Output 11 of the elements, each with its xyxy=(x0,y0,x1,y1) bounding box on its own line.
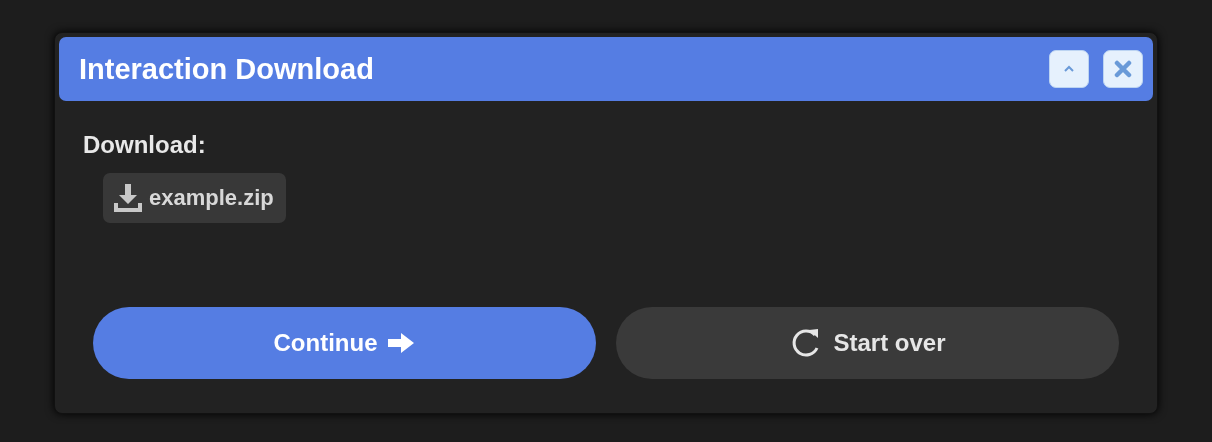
close-button[interactable] xyxy=(1103,50,1143,88)
close-icon xyxy=(1114,60,1132,78)
start-over-button[interactable]: Start over xyxy=(616,307,1119,379)
window-title: Interaction Download xyxy=(79,52,374,86)
continue-button[interactable]: Continue xyxy=(93,307,596,379)
caret-up-icon xyxy=(1062,64,1076,74)
arrow-right-icon xyxy=(387,332,416,354)
collapse-button[interactable] xyxy=(1049,50,1089,88)
download-link[interactable]: example.zip xyxy=(103,173,286,223)
download-icon xyxy=(113,183,143,213)
download-label: Download: xyxy=(83,131,206,159)
